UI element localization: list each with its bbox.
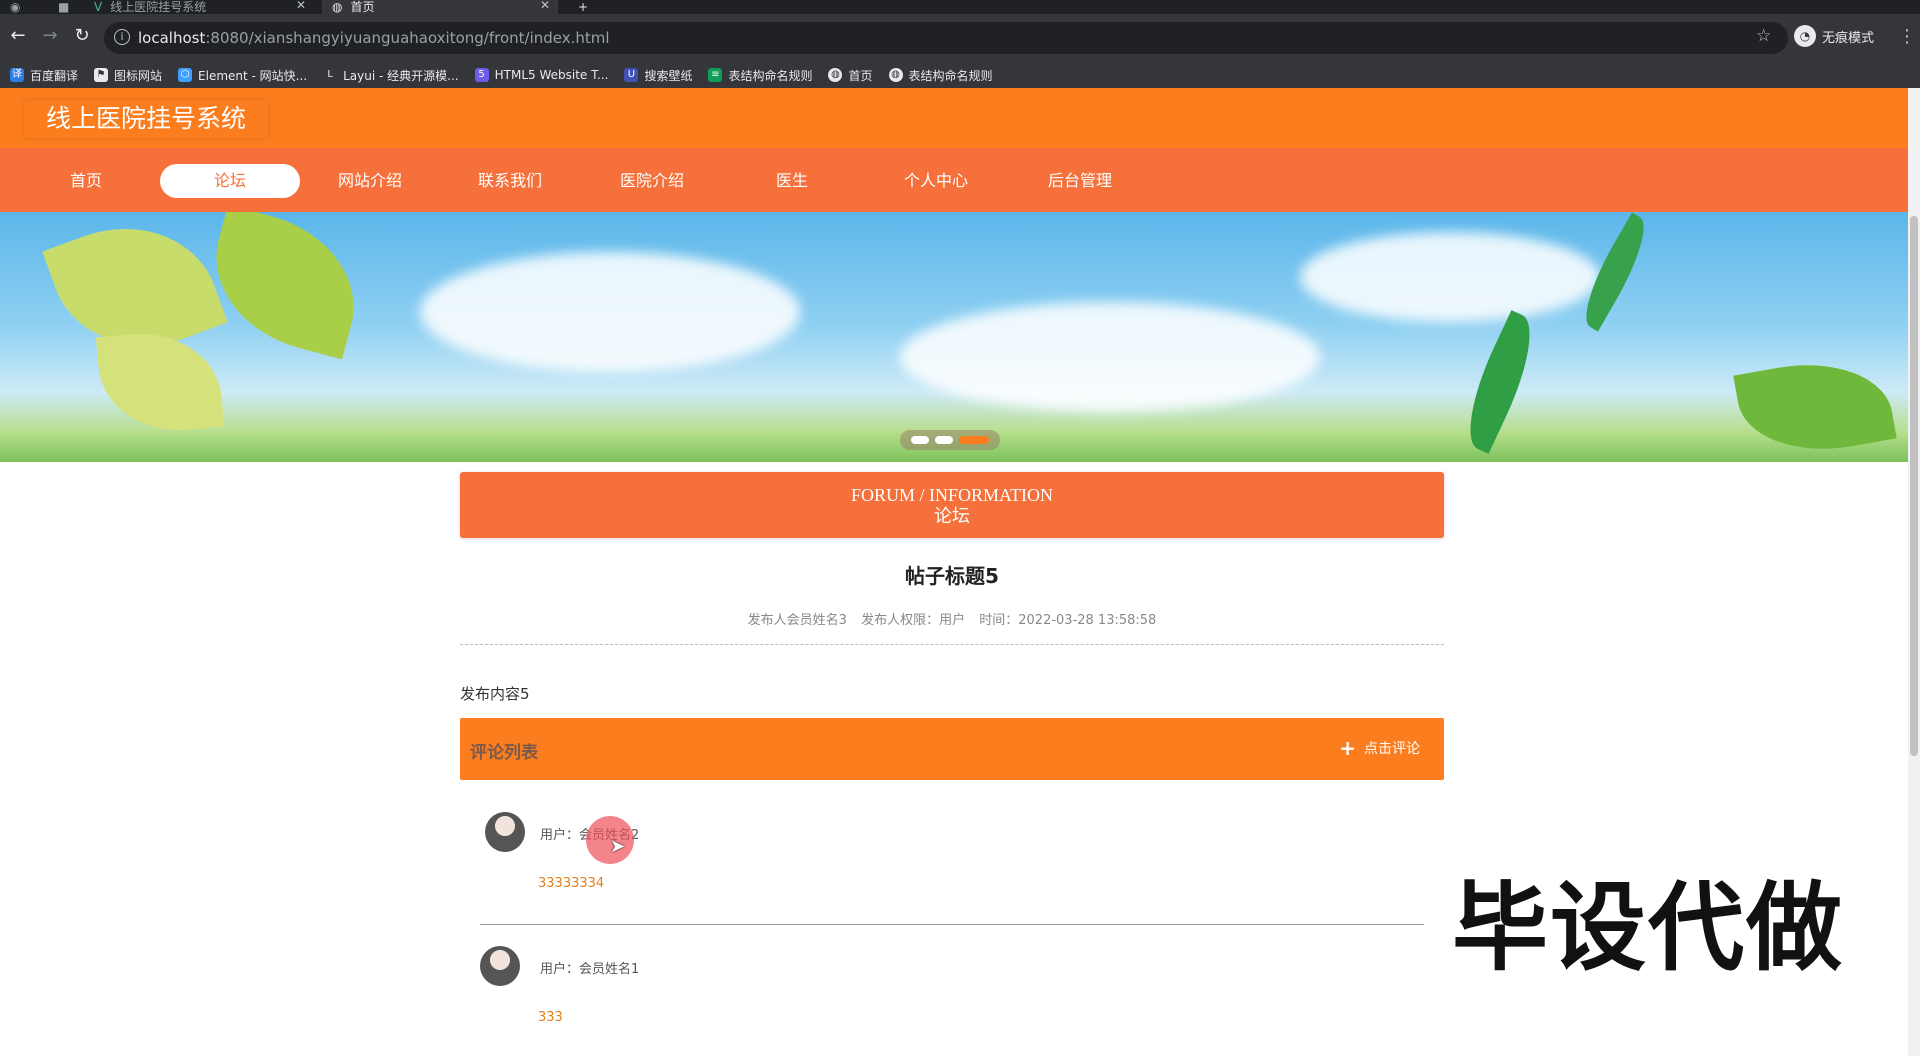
add-comment-button[interactable]: + 点击评论 <box>1339 738 1420 758</box>
carousel-dot-active[interactable] <box>959 436 989 444</box>
bookmark-star-icon[interactable]: ☆ <box>1756 26 1771 46</box>
leaf-image <box>1452 310 1548 454</box>
post-content: 发布内容5 <box>460 685 530 703</box>
wallpaper-icon: U <box>624 68 639 82</box>
forum-section-header: FORUM / INFORMATION 论坛 <box>460 472 1444 538</box>
nav-site-intro[interactable]: 网站介绍 <box>300 164 440 198</box>
post-divider <box>460 644 1444 645</box>
incognito-label: 无痕模式 <box>1822 30 1875 46</box>
forward-icon[interactable]: → <box>40 26 60 46</box>
sheet-icon: ≡ <box>708 68 723 82</box>
new-tab-button[interactable]: + <box>568 0 598 14</box>
nav-home[interactable]: 首页 <box>16 164 156 198</box>
nav-personal-center[interactable]: 个人中心 <box>866 164 1006 198</box>
layui-icon: L <box>323 68 338 82</box>
tab-title: 线上医院挂号系统 <box>110 0 207 14</box>
bookmark-item[interactable]: 译百度翻译 <box>10 67 78 84</box>
globe-icon: ◍ <box>332 0 343 14</box>
mouse-cursor-icon: ➤ <box>610 836 626 857</box>
cloud-shape <box>420 252 800 372</box>
comment-list-header: 评论列表 + 点击评论 <box>460 718 1444 780</box>
bookmark-item[interactable]: ≡ 表结构命名规则 <box>708 67 812 84</box>
html5-icon: 5 <box>474 68 489 82</box>
incognito-icon: ◔ <box>1794 25 1816 47</box>
scrollbar-thumb[interactable] <box>1910 216 1918 756</box>
tab-title: 首页 <box>350 0 375 14</box>
flag-icon: ⚑ <box>94 68 109 82</box>
reload-icon[interactable]: ↻ <box>72 26 92 46</box>
add-comment-label: 点击评论 <box>1364 741 1420 757</box>
plus-icon: + <box>1339 736 1356 760</box>
nav-contact[interactable]: 联系我们 <box>440 164 580 198</box>
nav-hospital-intro[interactable]: 医院介绍 <box>582 164 722 198</box>
tab-hospital-system[interactable]: V 线上医院挂号系统 ✕ <box>84 0 314 14</box>
bookmark-item[interactable]: ⬡ Element - 网站快... <box>178 67 307 84</box>
post-author: 发布人会员姓名3 <box>747 613 847 628</box>
browser-menu-icon[interactable]: ◉ <box>0 0 40 14</box>
globe-icon: ◍ <box>828 68 843 82</box>
site-info-icon[interactable]: i <box>114 29 130 45</box>
cloud-shape <box>1300 232 1600 322</box>
post-title: 帖子标题5 <box>905 564 999 588</box>
comment-list-title: 评论列表 <box>470 743 538 763</box>
banner-carousel[interactable] <box>0 212 1908 462</box>
element-icon: ⬡ <box>178 68 193 82</box>
comment-user: 用户：会员姓名1 <box>540 962 640 977</box>
close-tab-icon[interactable]: ✕ <box>296 0 306 11</box>
watermark-text: 毕设代做 <box>1452 872 1844 984</box>
nav-doctor[interactable]: 医生 <box>722 164 862 198</box>
incognito-indicator[interactable]: ◔ 无痕模式 <box>1794 25 1874 47</box>
site-nav: 首页 论坛 网站介绍 联系我们 医院介绍 医生 个人中心 后台管理 <box>0 148 1908 212</box>
carousel-dot[interactable] <box>911 436 929 444</box>
post-role: 发布人权限：用户 <box>861 613 966 628</box>
browser-menu-dots-icon[interactable]: ⋮ <box>1898 26 1916 47</box>
back-icon[interactable]: ← <box>8 26 28 46</box>
cloud-shape <box>900 302 1320 412</box>
avatar <box>480 946 520 986</box>
bookmarks-bar: 译百度翻译 ⚑ 图标网站 ⬡ Element - 网站快... L Layui - 经… <box>0 62 1920 88</box>
bookmark-item[interactable]: U 搜索壁纸 <box>624 67 692 84</box>
site-title[interactable]: 线上医院挂号系统 <box>24 100 269 138</box>
post-meta: 发布人会员姓名3 发布人权限：用户 时间：2022-03-28 13:58:58 <box>460 609 1444 628</box>
leaf-image <box>1733 349 1897 462</box>
browser-tab-bar: ◉ ■ V 线上医院挂号系统 ✕ ◍ 首页 ✕ + <box>0 0 1920 14</box>
comment-text: 33333334 <box>538 876 605 891</box>
leaf-image <box>197 212 373 360</box>
comment-divider <box>480 924 1424 925</box>
tab-page-icon[interactable]: ■ <box>48 0 84 14</box>
translate-icon: 译 <box>10 68 24 82</box>
avatar <box>485 812 525 852</box>
nav-admin[interactable]: 后台管理 <box>1010 164 1150 198</box>
bookmark-item[interactable]: 5 HTML5 Website T... <box>474 68 608 82</box>
tab-home[interactable]: ◍ 首页 ✕ <box>322 0 558 14</box>
carousel-dot[interactable] <box>935 436 953 444</box>
post-time: 时间：2022-03-28 13:58:58 <box>979 613 1157 628</box>
vue-icon: V <box>94 0 103 14</box>
bookmark-item[interactable]: ⚑ 图标网站 <box>94 67 162 84</box>
site-header: 线上医院挂号系统 <box>0 88 1908 148</box>
globe-icon: ◍ <box>888 68 903 82</box>
carousel-indicators <box>900 430 1000 450</box>
bookmark-item[interactable]: L Layui - 经典开源模... <box>323 67 459 84</box>
forum-heading-en: FORUM / INFORMATION <box>850 485 1054 505</box>
leaf-image <box>95 326 225 438</box>
url-text[interactable]: localhost:8080/xianshangyiyuanguahaoxito… <box>138 29 610 47</box>
bookmark-item[interactable]: ◍ 首页 <box>828 67 873 84</box>
nav-forum[interactable]: 论坛 <box>160 164 300 198</box>
close-tab-icon[interactable]: ✕ <box>540 0 550 11</box>
page-scrollbar[interactable] <box>1908 88 1920 1056</box>
comment-text: 333 <box>538 1010 563 1025</box>
bookmark-item[interactable]: ◍ 表结构命名规则 <box>888 67 993 84</box>
forum-heading-cn: 论坛 <box>934 506 970 527</box>
